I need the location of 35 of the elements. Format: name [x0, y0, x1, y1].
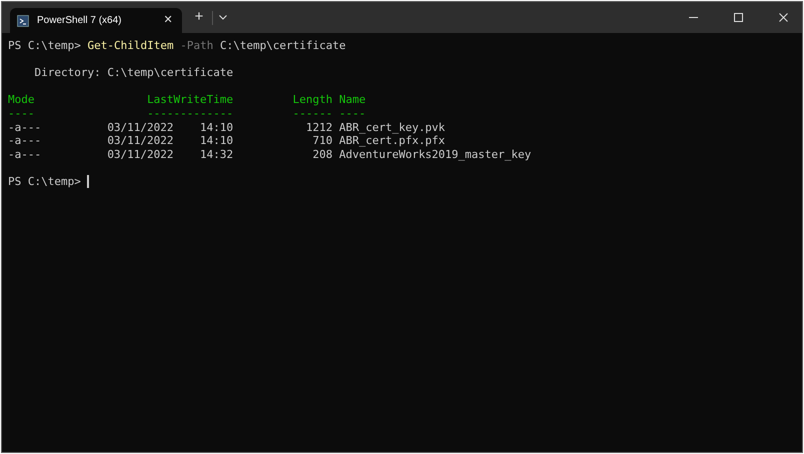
table-cell: 1212 — [306, 120, 332, 134]
header-underline: ------------- — [147, 106, 234, 121]
tab[interactable]: PowerShell 7 (x64) ✕ — [10, 8, 182, 33]
table-cell: AdventureWorks2019_master_key — [339, 148, 532, 162]
table-cell: 710 — [312, 134, 332, 148]
column-header: Length — [292, 93, 332, 107]
header-underline: ---- — [339, 106, 366, 121]
table-cell: 03/11/2022 14:10 — [107, 134, 234, 148]
tab-title: PowerShell 7 (x64) — [37, 14, 122, 28]
column-header: Mode — [8, 93, 36, 107]
prompt-text: PS C:\temp> — [8, 39, 82, 53]
table-cell-text: -a--- — [8, 134, 42, 148]
table-cell: 208 — [312, 148, 332, 162]
column-header: LastWriteTime — [147, 93, 234, 107]
maximize-icon[interactable] — [734, 13, 743, 22]
column-header: Name — [339, 93, 366, 107]
tab-close-button[interactable]: ✕ — [161, 12, 175, 29]
parameter-text: -Path — [180, 39, 214, 53]
command-name: Get-ChildItem — [87, 39, 174, 53]
directory-text: Directory: C:\temp\certificate — [33, 66, 234, 80]
table-cell: ABR_cert.pfx.pfx — [339, 134, 446, 148]
header-underline: ---- — [8, 106, 36, 121]
header-underline: ------ — [292, 106, 332, 121]
table-cell-text: -a--- — [8, 148, 42, 162]
table-cell-text: -a--- — [8, 120, 42, 134]
prompt-text: PS C:\temp> — [8, 174, 82, 189]
table-cell: ABR_cert_key.pvk — [339, 120, 446, 134]
table-cell: 03/11/2022 14:32 — [107, 148, 234, 162]
argument-text: C:\temp\certificate — [220, 39, 346, 53]
new-tab-button[interactable]: + — [192, 6, 206, 29]
table-cell: 03/11/2022 14:10 — [107, 120, 234, 134]
text-cursor — [87, 175, 89, 188]
terminal-icon — [17, 14, 29, 26]
close-icon[interactable] — [779, 13, 788, 22]
dropdown-icon[interactable] — [219, 15, 227, 20]
